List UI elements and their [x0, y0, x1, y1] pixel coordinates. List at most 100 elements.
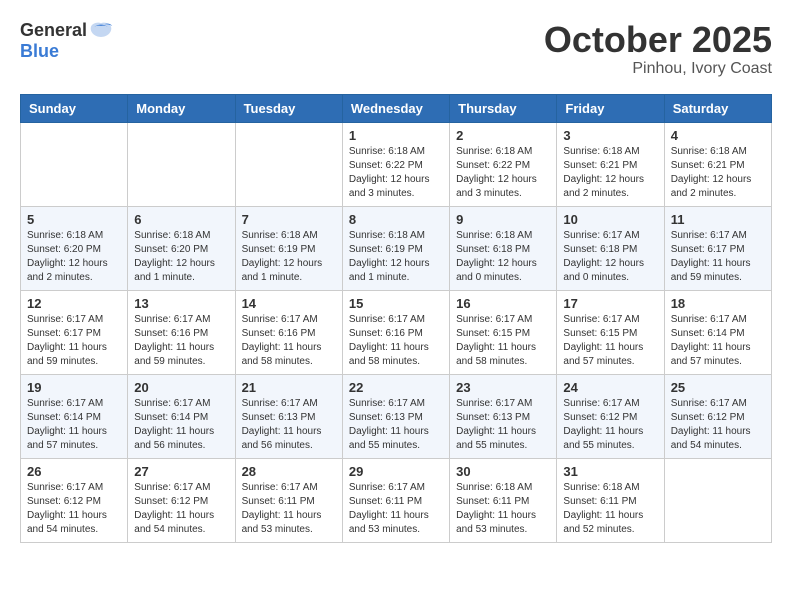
day-cell: 27Sunrise: 6:17 AM Sunset: 6:12 PM Dayli… [128, 458, 235, 542]
day-info: Sunrise: 6:17 AM Sunset: 6:14 PM Dayligh… [134, 397, 228, 453]
day-info: Sunrise: 6:17 AM Sunset: 6:15 PM Dayligh… [563, 313, 657, 369]
day-number: 10 [563, 212, 657, 227]
day-number: 26 [27, 464, 121, 479]
day-cell: 11 Sunrise: 6:17 AM Sunset: 6:17 PM Dayli… [664, 206, 771, 290]
day-number: 20 [134, 380, 228, 395]
weekday-header-saturday: Saturday [664, 94, 771, 122]
day-number: 30 [456, 464, 550, 479]
day-number: 18 [671, 296, 765, 311]
day-number: 1 [349, 128, 443, 143]
day-cell: 16Sunrise: 6:17 AM Sunset: 6:15 PM Dayli… [450, 290, 557, 374]
logo: General Blue [20, 20, 111, 62]
day-cell: 10Sunrise: 6:17 AM Sunset: 6:18 PM Dayli… [557, 206, 664, 290]
day-number: 28 [242, 464, 336, 479]
day-cell: 22 Sunrise: 6:17 AM Sunset: 6:13 PM Dayli… [342, 374, 449, 458]
day-info: Sunrise: 6:17 AM Sunset: 6:16 PM Dayligh… [242, 313, 336, 369]
day-number: 31 [563, 464, 657, 479]
day-number: 4 [671, 128, 765, 143]
day-info: Sunrise: 6:18 AM Sunset: 6:11 PM Dayligh… [563, 481, 657, 537]
weekday-header-monday: Monday [128, 94, 235, 122]
day-cell: 7 Sunrise: 6:18 AM Sunset: 6:19 PM Daylig… [235, 206, 342, 290]
calendar-table: SundayMondayTuesdayWednesdayThursdayFrid… [20, 94, 772, 543]
day-info: Sunrise: 6:18 AM Sunset: 6:11 PM Dayligh… [456, 481, 550, 537]
day-info: Sunrise: 6:18 AM Sunset: 6:18 PM Dayligh… [456, 229, 550, 285]
day-number: 7 [242, 212, 336, 227]
day-number: 12 [27, 296, 121, 311]
day-number: 11 [671, 212, 765, 227]
day-cell: 12 Sunrise: 6:17 AM Sunset: 6:17 PM Dayli… [21, 290, 128, 374]
day-cell: 15 Sunrise: 6:17 AM Sunset: 6:16 PM Dayli… [342, 290, 449, 374]
day-info: Sunrise: 6:17 AM Sunset: 6:12 PM Dayligh… [27, 481, 121, 537]
day-info: Sunrise: 6:17 AM Sunset: 6:17 PM Dayligh… [27, 313, 121, 369]
day-info: Sunrise: 6:17 AM Sunset: 6:15 PM Dayligh… [456, 313, 550, 369]
day-info: Sunrise: 6:17 AM Sunset: 6:13 PM Dayligh… [242, 397, 336, 453]
weekday-header-tuesday: Tuesday [235, 94, 342, 122]
weekday-header-friday: Friday [557, 94, 664, 122]
day-cell: 5 Sunrise: 6:18 AM Sunset: 6:20 PM Daylig… [21, 206, 128, 290]
day-info: Sunrise: 6:18 AM Sunset: 6:19 PM Dayligh… [242, 229, 336, 285]
day-cell [664, 458, 771, 542]
day-number: 6 [134, 212, 228, 227]
weekday-header-thursday: Thursday [450, 94, 557, 122]
day-info: Sunrise: 6:17 AM Sunset: 6:12 PM Dayligh… [563, 397, 657, 453]
day-number: 24 [563, 380, 657, 395]
day-number: 19 [27, 380, 121, 395]
week-row-2: 5 Sunrise: 6:18 AM Sunset: 6:20 PM Daylig… [21, 206, 772, 290]
day-info: Sunrise: 6:17 AM Sunset: 6:14 PM Dayligh… [27, 397, 121, 453]
day-cell: 14 Sunrise: 6:17 AM Sunset: 6:16 PM Dayli… [235, 290, 342, 374]
weekday-header-row: SundayMondayTuesdayWednesdayThursdayFrid… [21, 94, 772, 122]
day-number: 29 [349, 464, 443, 479]
day-cell [235, 122, 342, 206]
day-info: Sunrise: 6:18 AM Sunset: 6:20 PM Dayligh… [134, 229, 228, 285]
day-info: Sunrise: 6:17 AM Sunset: 6:13 PM Dayligh… [349, 397, 443, 453]
day-number: 21 [242, 380, 336, 395]
day-info: Sunrise: 6:17 AM Sunset: 6:11 PM Dayligh… [242, 481, 336, 537]
week-row-4: 19 Sunrise: 6:17 AM Sunset: 6:14 PM Dayli… [21, 374, 772, 458]
day-cell: 26 Sunrise: 6:17 AM Sunset: 6:12 PM Dayli… [21, 458, 128, 542]
month-title: October 2025 [544, 20, 772, 60]
day-info: Sunrise: 6:17 AM Sunset: 6:13 PM Dayligh… [456, 397, 550, 453]
day-number: 5 [27, 212, 121, 227]
day-number: 25 [671, 380, 765, 395]
day-info: Sunrise: 6:18 AM Sunset: 6:20 PM Dayligh… [27, 229, 121, 285]
day-number: 3 [563, 128, 657, 143]
day-number: 13 [134, 296, 228, 311]
day-cell: 18 Sunrise: 6:17 AM Sunset: 6:14 PM Dayli… [664, 290, 771, 374]
day-number: 22 [349, 380, 443, 395]
day-number: 2 [456, 128, 550, 143]
day-info: Sunrise: 6:17 AM Sunset: 6:16 PM Dayligh… [349, 313, 443, 369]
day-number: 15 [349, 296, 443, 311]
week-row-1: 1 Sunrise: 6:18 AM Sunset: 6:22 PM Daylig… [21, 122, 772, 206]
day-cell [128, 122, 235, 206]
day-number: 17 [563, 296, 657, 311]
day-number: 8 [349, 212, 443, 227]
logo-bird-icon [89, 21, 113, 41]
page-header: General Blue October 2025 Pinhou, Ivory … [20, 20, 772, 78]
day-cell: 30 Sunrise: 6:18 AM Sunset: 6:11 PM Dayli… [450, 458, 557, 542]
day-number: 23 [456, 380, 550, 395]
day-info: Sunrise: 6:17 AM Sunset: 6:12 PM Dayligh… [671, 397, 765, 453]
week-row-3: 12 Sunrise: 6:17 AM Sunset: 6:17 PM Dayli… [21, 290, 772, 374]
day-info: Sunrise: 6:18 AM Sunset: 6:22 PM Dayligh… [349, 145, 443, 201]
day-info: Sunrise: 6:18 AM Sunset: 6:22 PM Dayligh… [456, 145, 550, 201]
weekday-header-wednesday: Wednesday [342, 94, 449, 122]
day-cell: 21 Sunrise: 6:17 AM Sunset: 6:13 PM Dayli… [235, 374, 342, 458]
day-cell: 25 Sunrise: 6:17 AM Sunset: 6:12 PM Dayli… [664, 374, 771, 458]
day-info: Sunrise: 6:17 AM Sunset: 6:16 PM Dayligh… [134, 313, 228, 369]
day-cell: 29Sunrise: 6:17 AM Sunset: 6:11 PM Dayli… [342, 458, 449, 542]
day-number: 27 [134, 464, 228, 479]
day-cell: 23 Sunrise: 6:17 AM Sunset: 6:13 PM Dayli… [450, 374, 557, 458]
day-cell: 8Sunrise: 6:18 AM Sunset: 6:19 PM Daylig… [342, 206, 449, 290]
day-cell: 13 Sunrise: 6:17 AM Sunset: 6:16 PM Dayli… [128, 290, 235, 374]
day-cell: 17 Sunrise: 6:17 AM Sunset: 6:15 PM Dayli… [557, 290, 664, 374]
day-number: 9 [456, 212, 550, 227]
location-title: Pinhou, Ivory Coast [544, 60, 772, 78]
day-cell: 1 Sunrise: 6:18 AM Sunset: 6:22 PM Daylig… [342, 122, 449, 206]
day-cell: 20 Sunrise: 6:17 AM Sunset: 6:14 PM Dayli… [128, 374, 235, 458]
day-cell: 19 Sunrise: 6:17 AM Sunset: 6:14 PM Dayli… [21, 374, 128, 458]
day-number: 14 [242, 296, 336, 311]
day-info: Sunrise: 6:17 AM Sunset: 6:17 PM Dayligh… [671, 229, 765, 285]
day-cell: 4Sunrise: 6:18 AM Sunset: 6:21 PM Daylig… [664, 122, 771, 206]
day-cell: 2 Sunrise: 6:18 AM Sunset: 6:22 PM Daylig… [450, 122, 557, 206]
day-info: Sunrise: 6:17 AM Sunset: 6:14 PM Dayligh… [671, 313, 765, 369]
